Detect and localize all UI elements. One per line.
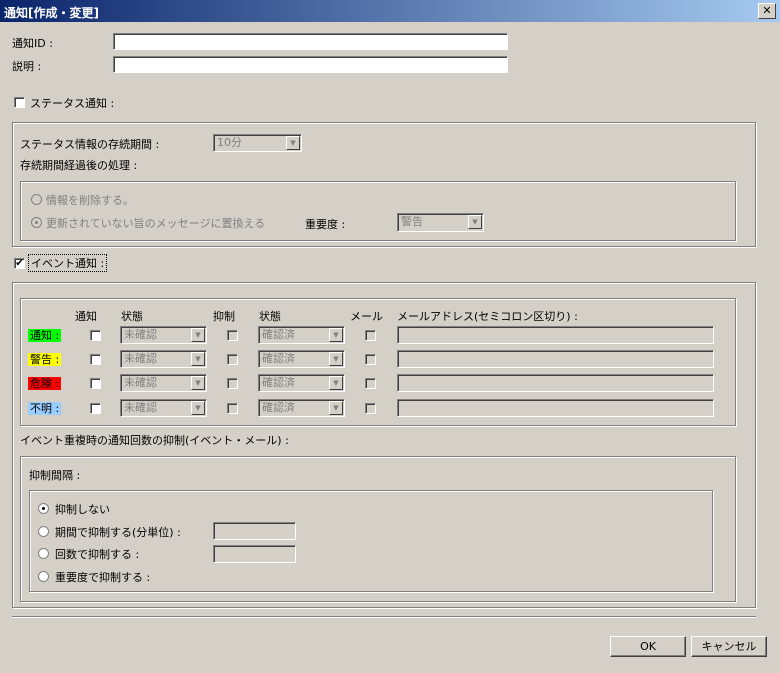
after-expiry-group (20, 181, 736, 241)
suppress-severity-label: 重要度で抑制する : (55, 571, 151, 584)
status-notification-checkbox[interactable] (14, 97, 25, 108)
retention-select[interactable]: 10分 ▼ (213, 134, 302, 152)
severity-select[interactable]: 警告 ▼ (397, 213, 484, 232)
mail-checkbox[interactable] (365, 378, 376, 389)
ok-button[interactable]: OK (610, 636, 686, 657)
suppress-count-radio[interactable] (38, 548, 49, 559)
chevron-down-icon: ▼ (329, 401, 343, 415)
chevron-down-icon: ▼ (329, 352, 343, 366)
state1-value: 未確認 (124, 376, 157, 389)
header-suppress: 抑制 (213, 310, 235, 323)
suppress-count-label: 回数で抑制する : (55, 548, 140, 561)
suppress-none-radio[interactable] (38, 503, 49, 514)
state2-select[interactable]: 確認済 ▼ (258, 350, 345, 368)
mail-address-input[interactable] (397, 326, 714, 344)
event-notification-label: イベント通知 : (28, 254, 108, 272)
chevron-down-icon: ▼ (191, 352, 205, 366)
state2-value: 確認済 (262, 401, 295, 414)
state2-value: 確認済 (262, 352, 295, 365)
state2-select[interactable]: 確認済 ▼ (258, 374, 345, 392)
chevron-down-icon: ▼ (191, 376, 205, 390)
notify-checkbox[interactable] (90, 403, 101, 414)
status-notification-label: ステータス通知 : (30, 97, 115, 110)
severity-unknown-label: 不明 : (28, 402, 62, 415)
severity-label: 重要度 : (305, 218, 346, 231)
mail-checkbox[interactable] (365, 403, 376, 414)
mail-address-input[interactable] (397, 399, 714, 417)
severity-warning-label: 警告 : (28, 353, 62, 366)
event-notification-checkbox[interactable]: ✔ (14, 258, 25, 269)
interval-label: 抑制間隔 : (29, 469, 81, 482)
header-state2: 状態 (259, 310, 281, 323)
delete-info-label: 情報を削除する。 (46, 194, 134, 207)
state2-select[interactable]: 確認済 ▼ (258, 326, 345, 344)
chevron-down-icon: ▼ (286, 136, 300, 150)
mail-address-input[interactable] (397, 350, 714, 368)
title-bar: 通知[作成・変更] ✕ (0, 0, 780, 22)
state1-value: 未確認 (124, 352, 157, 365)
severity-critical-label: 危険 : (28, 377, 62, 390)
delete-info-radio[interactable] (31, 194, 42, 205)
chevron-down-icon: ▼ (329, 328, 343, 342)
divider (12, 616, 756, 618)
state2-value: 確認済 (262, 328, 295, 341)
state1-value: 未確認 (124, 401, 157, 414)
replace-message-label: 更新されていない旨のメッセージに置換える (46, 217, 266, 230)
severity-info-label: 通知 : (28, 329, 62, 342)
state1-select[interactable]: 未確認 ▼ (120, 350, 207, 368)
suppress-checkbox[interactable] (227, 354, 238, 365)
dup-suppression-label: イベント重複時の通知回数の抑制(イベント・メール) : (20, 434, 289, 447)
mail-checkbox[interactable] (365, 354, 376, 365)
after-expiry-label: 存続期間経過後の処理 : (20, 159, 138, 172)
mail-checkbox[interactable] (365, 330, 376, 341)
cancel-button[interactable]: キャンセル (691, 636, 767, 657)
chevron-down-icon: ▼ (468, 215, 482, 229)
notification-id-label: 通知ID : (12, 37, 53, 50)
description-label: 説明 : (12, 60, 42, 73)
state1-value: 未確認 (124, 328, 157, 341)
retention-value: 10分 (217, 136, 242, 149)
header-mail: メール (350, 310, 383, 323)
close-icon[interactable]: ✕ (758, 3, 776, 19)
chevron-down-icon: ▼ (329, 376, 343, 390)
count-input[interactable] (213, 545, 296, 563)
state2-value: 確認済 (262, 376, 295, 389)
window-title: 通知[作成・変更] (4, 6, 99, 20)
chevron-down-icon: ▼ (191, 328, 205, 342)
suppress-period-label: 期間で抑制する(分単位) : (55, 526, 181, 539)
header-mail-address: メールアドレス(セミコロン区切り) : (397, 310, 578, 323)
notify-checkbox[interactable] (90, 354, 101, 365)
state1-select[interactable]: 未確認 ▼ (120, 399, 207, 417)
period-input[interactable] (213, 522, 296, 540)
notify-checkbox[interactable] (90, 378, 101, 389)
replace-message-radio[interactable] (31, 217, 42, 228)
state1-select[interactable]: 未確認 ▼ (120, 374, 207, 392)
chevron-down-icon: ▼ (191, 401, 205, 415)
description-input[interactable] (113, 56, 508, 73)
suppress-checkbox[interactable] (227, 378, 238, 389)
state1-select[interactable]: 未確認 ▼ (120, 326, 207, 344)
suppress-none-label: 抑制しない (55, 503, 110, 516)
suppress-checkbox[interactable] (227, 330, 238, 341)
notify-checkbox[interactable] (90, 330, 101, 341)
severity-value: 警告 (401, 215, 423, 228)
mail-address-input[interactable] (397, 374, 714, 392)
header-state1: 状態 (121, 310, 143, 323)
suppress-checkbox[interactable] (227, 403, 238, 414)
notification-id-input[interactable] (113, 33, 508, 50)
state2-select[interactable]: 確認済 ▼ (258, 399, 345, 417)
retention-label: ステータス情報の存続期間 : (20, 138, 160, 151)
header-notify: 通知 (75, 310, 97, 323)
suppress-severity-radio[interactable] (38, 571, 49, 582)
suppress-period-radio[interactable] (38, 526, 49, 537)
